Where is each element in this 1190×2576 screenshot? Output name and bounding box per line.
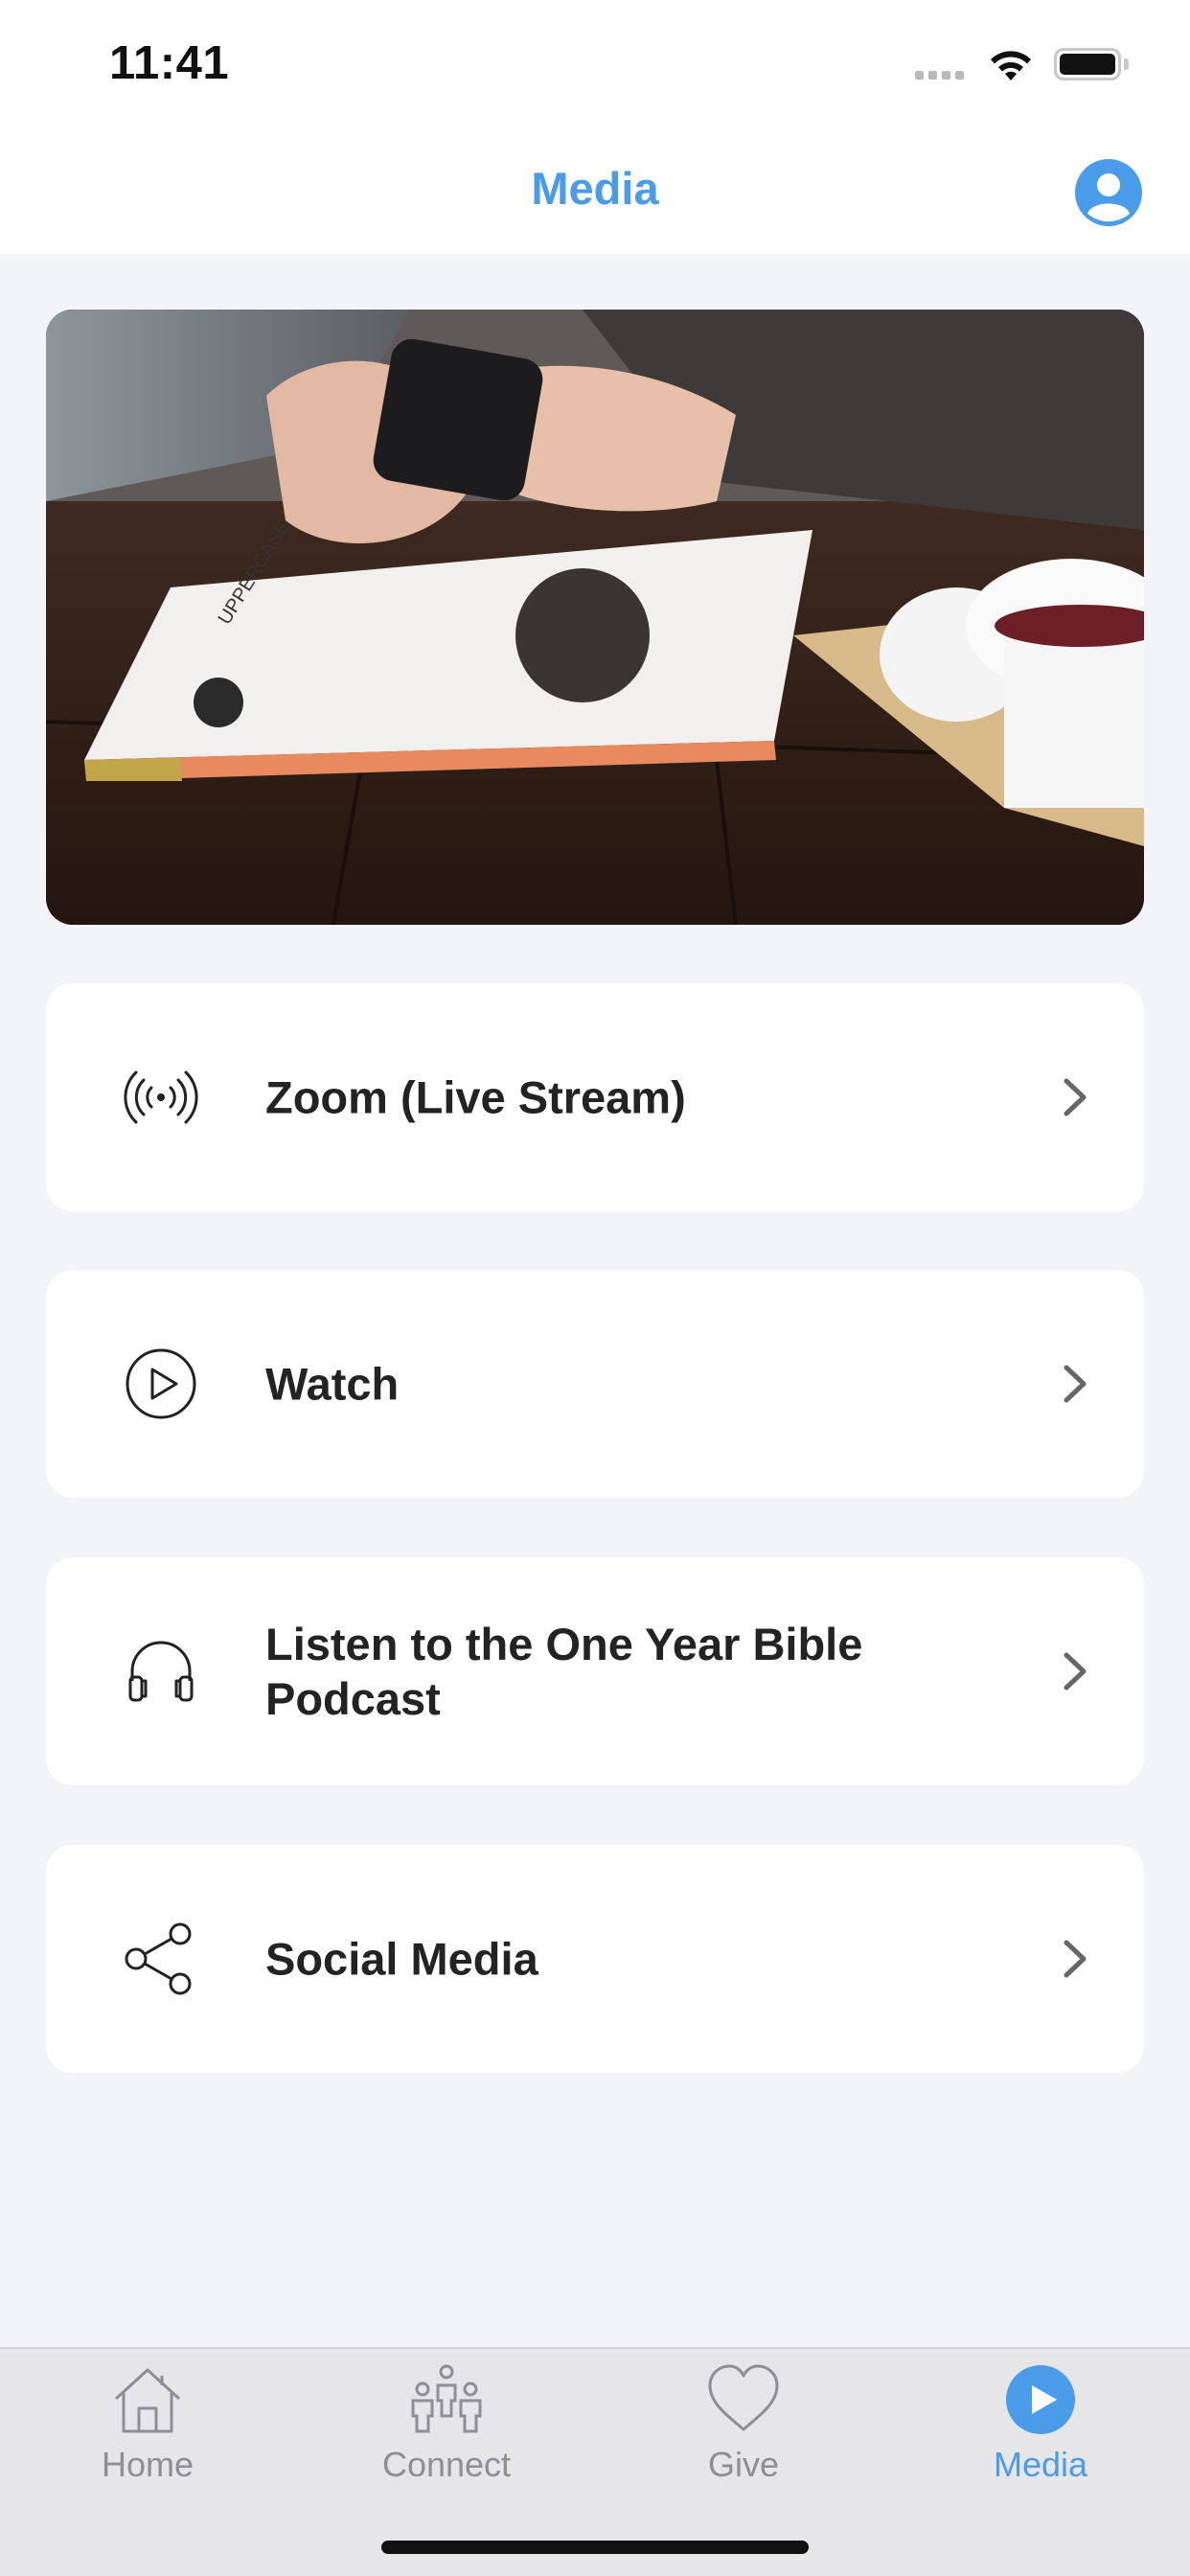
wifi-icon (991, 51, 1031, 80)
menu-item-label: Watch (265, 1358, 400, 1410)
menu-item-label: Social Media (265, 1933, 538, 1985)
home-indicator[interactable] (381, 2541, 809, 2554)
house-icon (114, 2368, 181, 2433)
hero-illustration: UPPERCASE (46, 310, 1144, 925)
media-screen: 11:41 Media UPPERCASE Zoom (Live Stream)… (0, 0, 1190, 2576)
chevron-right-icon (1064, 1078, 1087, 1116)
tab-give[interactable]: Give (648, 2362, 839, 2506)
share-icon (125, 1922, 192, 1995)
chevron-right-icon (1064, 1940, 1087, 1978)
tab-label: Give (707, 2445, 780, 2484)
menu-item-podcast[interactable]: Listen to the One Year Bible Podcast (46, 1557, 1144, 1785)
tab-label: Media (993, 2445, 1088, 2484)
nav-bar: Media (0, 129, 1190, 254)
menu-item-social-media[interactable]: Social Media (46, 1845, 1144, 2073)
tab-label: Connect (381, 2445, 512, 2484)
heart-icon (708, 2364, 779, 2431)
cellular-signal-icon (915, 71, 964, 80)
tab-home[interactable]: Home (52, 2362, 243, 2506)
broadcast-icon (124, 1070, 198, 1124)
battery-cap (1124, 58, 1129, 70)
play-circle-icon (126, 1348, 196, 1419)
play-circle-filled-icon (1006, 2365, 1075, 2434)
status-time: 11:41 (109, 37, 230, 89)
menu-item-zoom-live-stream[interactable]: Zoom (Live Stream) (46, 983, 1144, 1211)
battery-icon (1054, 48, 1121, 80)
status-bar: 11:41 (0, 0, 1190, 129)
hero-image: UPPERCASE (46, 310, 1144, 925)
menu-item-label: Listen to the One Year Bible Podcast (265, 1619, 863, 1724)
page-title: Media (531, 163, 659, 214)
menu-item-label: Zoom (Live Stream) (265, 1071, 686, 1123)
menu-item-watch[interactable]: Watch (46, 1270, 1144, 1498)
tab-label: Home (101, 2445, 195, 2484)
headphones-icon (128, 1641, 194, 1702)
tab-media[interactable]: Media (945, 2362, 1136, 2506)
tab-connect[interactable]: Connect (351, 2362, 542, 2506)
chevron-right-icon (1064, 1365, 1087, 1403)
chevron-right-icon (1064, 1652, 1087, 1690)
people-icon (411, 2364, 482, 2433)
person-circle-icon[interactable] (1074, 158, 1143, 227)
